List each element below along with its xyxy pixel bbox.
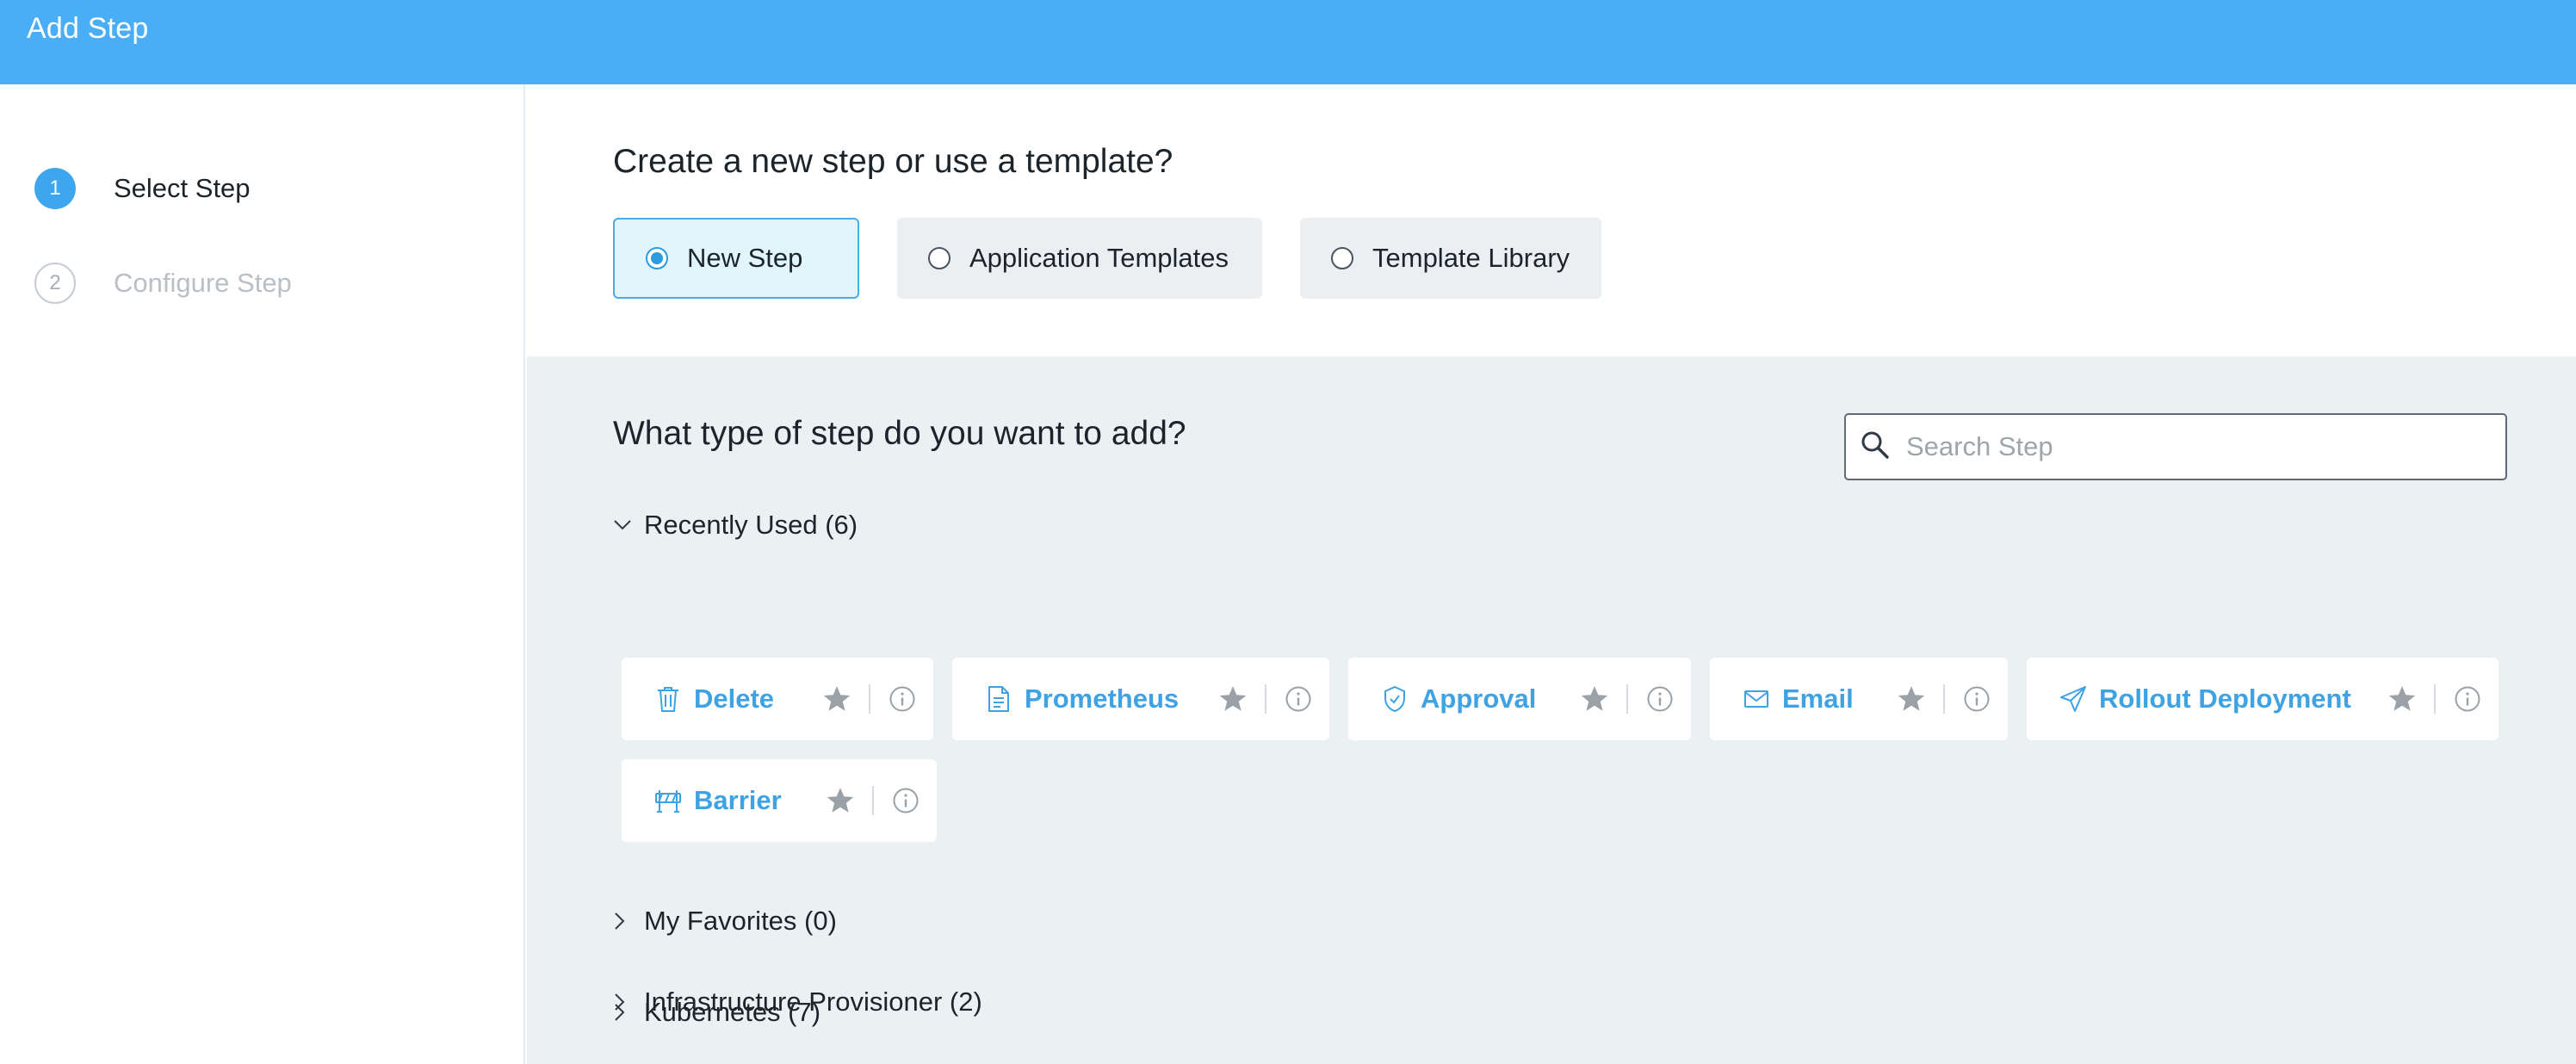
section-label: Infrastructure Provisioner (2) xyxy=(644,987,982,1017)
step-card-label: Delete xyxy=(694,684,775,714)
shield-check-icon xyxy=(1381,685,1409,713)
star-icon[interactable] xyxy=(804,685,869,713)
card-actions xyxy=(2369,658,2499,740)
star-icon[interactable] xyxy=(1200,685,1265,713)
option-template-library[interactable]: Template Library xyxy=(1300,218,1601,299)
option-new-step[interactable]: New Step xyxy=(613,218,859,299)
paper-plane-icon xyxy=(2059,685,2087,713)
creation-question: Create a new step or use a template? xyxy=(613,143,1173,180)
card-actions xyxy=(1879,658,2008,740)
step-card-approval[interactable]: Approval xyxy=(1348,658,1691,740)
wizard-step-label: Configure Step xyxy=(114,268,292,298)
section-infrastructure-provisioner[interactable]: Infrastructure Provisioner (2) xyxy=(613,985,982,1019)
step-card-barrier[interactable]: Barrier xyxy=(622,759,937,842)
step-card-label: Prometheus xyxy=(1025,684,1180,714)
step-card-label: Barrier xyxy=(694,785,782,815)
step-card-delete[interactable]: Delete xyxy=(622,658,933,740)
step-card-label: Email xyxy=(1782,684,1854,714)
radio-icon[interactable] xyxy=(1331,247,1353,269)
section-my-favorites[interactable]: My Favorites (0) xyxy=(613,904,837,938)
wizard-step-configure[interactable]: 2 Configure Step xyxy=(34,262,499,305)
search-input[interactable] xyxy=(1906,431,2492,462)
step-card-email[interactable]: Email xyxy=(1710,658,2008,740)
radio-selected-icon[interactable] xyxy=(646,247,668,269)
info-icon[interactable] xyxy=(1945,685,2008,713)
info-icon[interactable] xyxy=(874,787,937,814)
info-icon[interactable] xyxy=(1628,685,1691,713)
step-number-badge: 1 xyxy=(34,168,76,209)
star-icon[interactable] xyxy=(2369,685,2434,713)
dialog-title: Add Step xyxy=(27,12,149,45)
option-label: Template Library xyxy=(1372,243,1570,273)
card-actions xyxy=(804,658,933,740)
step-type-question: What type of step do you want to add? xyxy=(613,415,1186,452)
wizard-sidebar: 1 Select Step 2 Configure Step xyxy=(0,84,525,1064)
envelope-icon xyxy=(1743,685,1770,713)
trash-icon xyxy=(654,685,682,713)
section-label: My Favorites (0) xyxy=(644,906,837,936)
creation-mode-panel: Create a new step or use a template? New… xyxy=(527,84,2576,356)
step-card-label: Rollout Deployment xyxy=(2099,684,2351,714)
main-content: Create a new step or use a template? New… xyxy=(527,84,2576,1064)
option-label: Application Templates xyxy=(969,243,1229,273)
search-box[interactable] xyxy=(1844,413,2507,480)
star-icon[interactable] xyxy=(808,787,872,814)
wizard-step-select[interactable]: 1 Select Step xyxy=(34,167,499,210)
barrier-icon xyxy=(654,787,682,814)
option-application-templates[interactable]: Application Templates xyxy=(897,218,1262,299)
wizard-step-label: Select Step xyxy=(114,173,251,203)
section-recently-used[interactable]: Recently Used (6) xyxy=(613,508,858,542)
chevron-right-icon xyxy=(613,912,635,931)
step-number-badge: 2 xyxy=(34,263,76,304)
info-icon[interactable] xyxy=(870,685,933,713)
chevron-right-icon xyxy=(613,993,635,1011)
step-type-panel: What type of step do you want to add? Re… xyxy=(527,356,2576,1064)
card-actions xyxy=(1562,658,1691,740)
search-icon xyxy=(1860,430,1891,465)
step-card-prometheus[interactable]: Prometheus xyxy=(952,658,1329,740)
info-icon[interactable] xyxy=(2436,685,2499,713)
document-chart-icon xyxy=(985,685,1012,713)
card-actions xyxy=(808,759,937,842)
header-bar: Add Step xyxy=(0,0,2576,84)
info-icon[interactable] xyxy=(1266,685,1329,713)
star-icon[interactable] xyxy=(1562,685,1626,713)
radio-icon[interactable] xyxy=(928,247,951,269)
option-label: New Step xyxy=(687,243,803,273)
star-icon[interactable] xyxy=(1879,685,1943,713)
card-actions xyxy=(1200,658,1329,740)
section-label: Recently Used (6) xyxy=(644,510,858,540)
step-card-rollout-deployment[interactable]: Rollout Deployment xyxy=(2027,658,2499,740)
chevron-down-icon xyxy=(613,519,635,531)
step-card-label: Approval xyxy=(1421,684,1537,714)
